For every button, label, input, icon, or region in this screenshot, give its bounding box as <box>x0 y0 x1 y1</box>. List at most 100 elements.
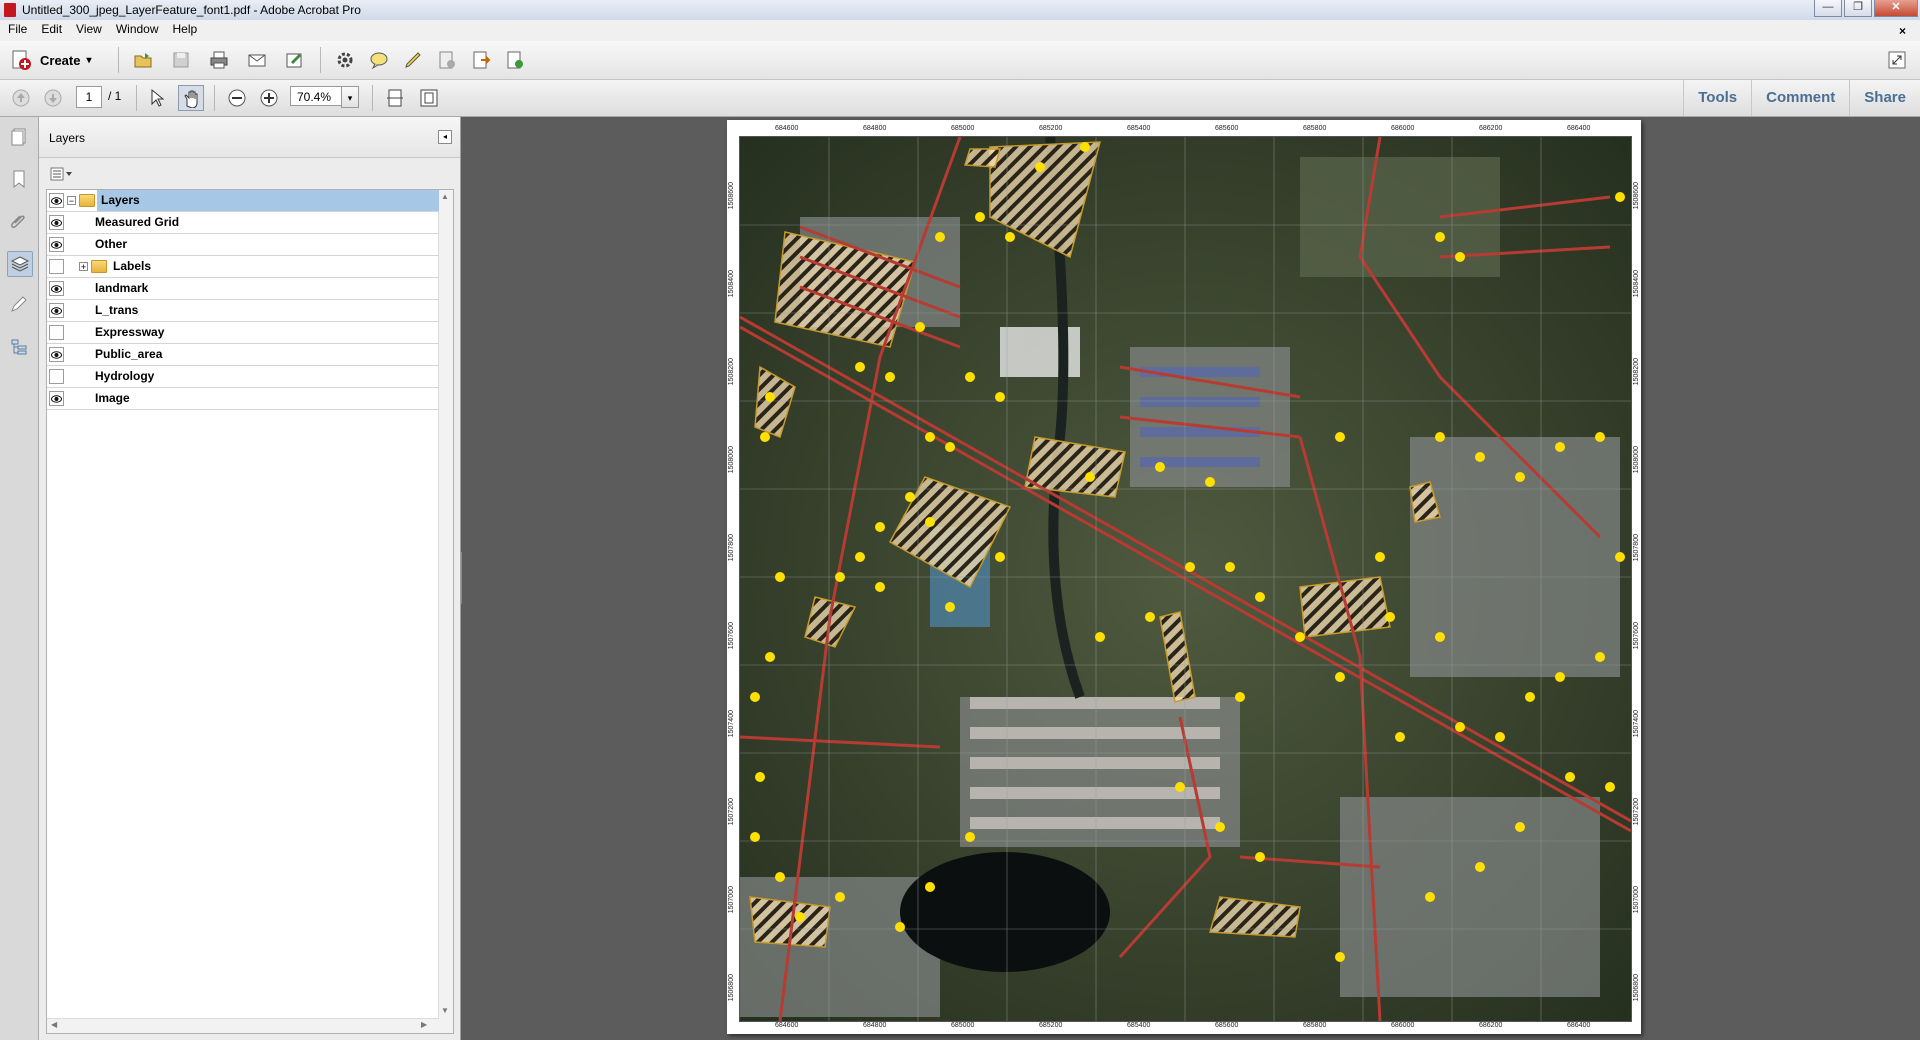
zoom-in-button[interactable] <box>256 85 282 111</box>
menu-help[interactable]: Help <box>165 20 204 36</box>
layer-visibility-toggle[interactable] <box>49 237 64 252</box>
layer-visibility-toggle[interactable] <box>49 303 64 318</box>
layer-visibility-toggle[interactable] <box>49 391 64 406</box>
page-number-input[interactable]: 1 <box>76 86 102 108</box>
layer-row[interactable]: + Labels <box>47 256 439 278</box>
layer-row[interactable]: Other <box>47 234 439 256</box>
layers-vertical-scrollbar[interactable]: ▲ ▼ <box>438 190 453 1033</box>
layer-row[interactable]: Public_area <box>47 344 439 366</box>
layer-visibility-toggle[interactable] <box>49 193 64 208</box>
zoom-dropdown-button[interactable]: ▾ <box>341 86 359 108</box>
highlight-button[interactable] <box>400 47 426 73</box>
layer-visibility-toggle[interactable] <box>49 347 64 362</box>
layer-options-button[interactable] <box>49 165 75 183</box>
save-button[interactable] <box>168 47 194 73</box>
tree-structure-icon <box>11 339 27 355</box>
grid-label-top: 685800 <box>1303 125 1327 132</box>
open-button[interactable] <box>130 47 156 73</box>
grid-label-left: 1508400 <box>728 270 735 298</box>
arrow-up-icon <box>12 89 30 107</box>
satellite-map-image[interactable] <box>739 136 1632 1022</box>
eye-icon <box>51 394 62 403</box>
comment-link[interactable]: Comment <box>1751 80 1849 116</box>
layer-visibility-toggle[interactable] <box>49 325 64 340</box>
export-button[interactable] <box>468 47 494 73</box>
document-tool-button[interactable] <box>434 47 460 73</box>
plus-circle-icon <box>260 89 278 107</box>
sign-button[interactable] <box>282 47 308 73</box>
hand-tool-button[interactable] <box>178 85 204 111</box>
previous-page-button[interactable] <box>8 85 34 111</box>
menu-view[interactable]: View <box>68 20 108 36</box>
scroll-up-icon[interactable]: ▲ <box>441 192 449 201</box>
restore-button[interactable]: ❐ <box>1844 0 1872 17</box>
layer-row[interactable]: landmark <box>47 278 439 300</box>
tools-link[interactable]: Tools <box>1683 80 1751 116</box>
fullscreen-button[interactable] <box>1884 47 1910 73</box>
pages-icon <box>11 128 26 146</box>
bookmarks-button[interactable] <box>7 167 31 191</box>
attachments-button[interactable] <box>7 209 31 233</box>
layer-visibility-toggle[interactable] <box>49 281 64 296</box>
print-button[interactable] <box>206 47 232 73</box>
collapse-panel-button[interactable]: ◂ <box>438 130 452 144</box>
zoom-out-button[interactable] <box>224 85 250 111</box>
layer-visibility-toggle[interactable] <box>49 369 64 384</box>
signatures-button[interactable] <box>7 293 31 317</box>
layer-row[interactable]: − Layers <box>47 190 439 212</box>
fit-width-button[interactable] <box>382 85 408 111</box>
layer-row[interactable]: L_trans <box>47 300 439 322</box>
layer-label: Measured Grid <box>95 215 180 229</box>
layer-row[interactable]: Hydrology <box>47 366 439 388</box>
minimize-button[interactable]: — <box>1814 0 1842 17</box>
grid-label-bottom: 685400 <box>1127 1022 1151 1029</box>
model-tree-button[interactable] <box>7 335 31 359</box>
grid-label-left: 1507600 <box>728 622 735 650</box>
grid-label-left: 1507400 <box>728 710 735 738</box>
zoom-level-input[interactable]: 70.4% <box>290 86 348 106</box>
layers-button[interactable] <box>7 251 33 277</box>
fit-page-button[interactable] <box>416 85 442 111</box>
settings-button[interactable] <box>332 47 358 73</box>
grid-label-right: 1506800 <box>1633 974 1640 1002</box>
scroll-left-icon[interactable]: ◀ <box>51 1020 57 1029</box>
menu-edit[interactable]: Edit <box>33 20 68 36</box>
layer-label: Hydrology <box>95 369 155 383</box>
layer-visibility-toggle[interactable] <box>49 215 64 230</box>
menu-file[interactable]: File <box>0 20 33 36</box>
layer-label: landmark <box>95 281 149 295</box>
grid-label-right: 1508400 <box>1633 270 1640 298</box>
grid-label-left: 1508000 <box>728 446 735 474</box>
grid-label-bottom: 686000 <box>1391 1022 1415 1029</box>
layers-panel-title: Layers <box>49 131 86 145</box>
menu-window[interactable]: Window <box>108 20 165 36</box>
hand-icon <box>184 90 198 108</box>
scroll-down-icon[interactable]: ▼ <box>441 1006 449 1015</box>
select-tool-button[interactable] <box>144 85 170 111</box>
expand-icon[interactable]: + <box>79 262 88 272</box>
collapse-icon[interactable]: − <box>67 196 76 206</box>
scroll-right-icon[interactable]: ▶ <box>421 1020 427 1029</box>
layer-row[interactable]: Image <box>47 388 439 410</box>
layers-horizontal-scrollbar[interactable]: ◀ ▶ <box>47 1018 439 1033</box>
navigation-pane-strip <box>0 117 39 1040</box>
layer-row[interactable]: Expressway <box>47 322 439 344</box>
grid-label-bottom: 685000 <box>951 1022 975 1029</box>
next-page-button[interactable] <box>40 85 66 111</box>
layer-label: Expressway <box>95 325 165 339</box>
email-button[interactable] <box>244 47 270 73</box>
fit-page-icon <box>420 89 438 107</box>
close-document-button[interactable]: × <box>1891 22 1912 38</box>
layer-row[interactable]: Measured Grid <box>47 212 439 234</box>
grid-label-right: 1507200 <box>1633 798 1640 826</box>
send-button[interactable] <box>502 47 528 73</box>
comment-button[interactable] <box>366 47 392 73</box>
layer-visibility-toggle[interactable] <box>49 259 64 274</box>
bookmark-icon <box>13 170 25 189</box>
page-thumbnails-button[interactable] <box>7 125 31 149</box>
share-link[interactable]: Share <box>1849 80 1920 116</box>
sign-document-icon <box>286 53 302 68</box>
create-button[interactable]: Create ▾ <box>10 48 92 72</box>
grid-label-left: 1507200 <box>728 798 735 826</box>
close-window-button[interactable]: ✕ <box>1874 0 1918 17</box>
